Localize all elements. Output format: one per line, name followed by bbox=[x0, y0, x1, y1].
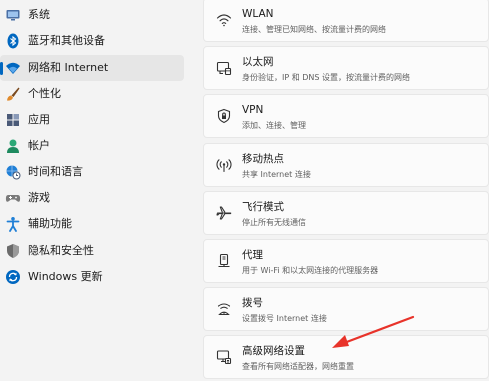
card-title: 以太网 bbox=[242, 56, 274, 68]
advanced-network-icon bbox=[216, 349, 232, 365]
sidebar-item-label: 应用 bbox=[28, 113, 50, 126]
sidebar-item-time-language[interactable]: 时间和语言 bbox=[0, 159, 184, 185]
globe-clock-icon bbox=[5, 164, 21, 180]
sidebar-item-label: 帐户 bbox=[28, 139, 50, 152]
mobile-hotspot-card[interactable]: 移动热点 共享 Internet 连接 bbox=[203, 143, 489, 187]
advanced-network-settings-card[interactable]: 高级网络设置 查看所有网络适配器，网络重置 bbox=[203, 335, 489, 379]
apps-icon bbox=[5, 112, 21, 128]
sidebar-item-label: 隐私和安全性 bbox=[28, 244, 94, 257]
card-subtitle: 查看所有网络适配器，网络重置 bbox=[242, 362, 354, 371]
sidebar-item-gaming[interactable]: 游戏 bbox=[0, 185, 184, 211]
sidebar-item-label: Windows 更新 bbox=[28, 270, 103, 283]
ethernet-icon bbox=[216, 60, 232, 76]
sidebar-nav: 系统 蓝牙和其他设备 网络和 Internet 个性化 应用 帐户 时间和语言 … bbox=[0, 0, 192, 381]
wlan-icon bbox=[216, 12, 232, 28]
sidebar-item-label: 游戏 bbox=[28, 191, 50, 204]
update-icon bbox=[5, 269, 21, 285]
sidebar-item-label: 时间和语言 bbox=[28, 165, 83, 178]
dialup-icon bbox=[216, 301, 232, 317]
sidebar-item-personalization[interactable]: 个性化 bbox=[0, 81, 184, 107]
settings-content: WLAN 连接、管理已知网络、按流量计费的网络 以太网 身份验证，IP 和 DN… bbox=[203, 0, 489, 381]
sidebar-item-accessibility[interactable]: 辅助功能 bbox=[0, 211, 184, 237]
account-icon bbox=[5, 138, 21, 154]
hotspot-icon bbox=[216, 157, 232, 173]
card-subtitle: 用于 Wi-Fi 和以太网连接的代理服务器 bbox=[242, 266, 379, 275]
sidebar-item-apps[interactable]: 应用 bbox=[0, 107, 184, 133]
sidebar-item-windows-update[interactable]: Windows 更新 bbox=[0, 264, 184, 290]
selection-indicator bbox=[0, 62, 3, 75]
card-subtitle: 设置拨号 Internet 连接 bbox=[242, 314, 327, 323]
card-subtitle: 连接、管理已知网络、按流量计费的网络 bbox=[242, 25, 386, 34]
gamepad-icon bbox=[5, 190, 21, 206]
card-title: WLAN bbox=[242, 8, 274, 20]
ethernet-card[interactable]: 以太网 身份验证，IP 和 DNS 设置，按流量计费的网络 bbox=[203, 46, 489, 90]
card-title: 代理 bbox=[242, 249, 263, 261]
accessibility-icon bbox=[5, 216, 21, 232]
system-icon bbox=[5, 7, 21, 23]
brush-icon bbox=[5, 86, 21, 102]
airplane-mode-card[interactable]: 飞行模式 停止所有无线通信 bbox=[203, 191, 489, 235]
sidebar-item-label: 辅助功能 bbox=[28, 217, 72, 230]
card-subtitle: 停止所有无线通信 bbox=[242, 218, 306, 227]
card-title: 飞行模式 bbox=[242, 201, 284, 213]
sidebar-item-bluetooth[interactable]: 蓝牙和其他设备 bbox=[0, 28, 184, 54]
dialup-card[interactable]: 拨号 设置拨号 Internet 连接 bbox=[203, 287, 489, 331]
wlan-card[interactable]: WLAN 连接、管理已知网络、按流量计费的网络 bbox=[203, 0, 489, 42]
card-title: 高级网络设置 bbox=[242, 345, 305, 357]
card-title: 拨号 bbox=[242, 297, 263, 309]
vpn-card[interactable]: VPN 添加、连接、管理 bbox=[203, 94, 489, 138]
sidebar-item-label: 系统 bbox=[28, 8, 50, 21]
card-subtitle: 添加、连接、管理 bbox=[242, 121, 306, 130]
shield-icon bbox=[5, 243, 21, 259]
sidebar-item-system[interactable]: 系统 bbox=[0, 2, 184, 28]
sidebar-item-accounts[interactable]: 帐户 bbox=[0, 133, 184, 159]
card-subtitle: 共享 Internet 连接 bbox=[242, 170, 311, 179]
bluetooth-icon bbox=[5, 33, 21, 49]
airplane-icon bbox=[216, 205, 232, 221]
card-subtitle: 身份验证，IP 和 DNS 设置，按流量计费的网络 bbox=[242, 73, 411, 82]
proxy-icon bbox=[216, 253, 232, 269]
sidebar-item-label: 个性化 bbox=[28, 87, 61, 100]
sidebar-item-label: 蓝牙和其他设备 bbox=[28, 34, 105, 47]
sidebar-item-privacy[interactable]: 隐私和安全性 bbox=[0, 238, 184, 264]
card-title: VPN bbox=[242, 104, 264, 116]
card-title: 移动热点 bbox=[242, 153, 284, 165]
wifi-icon bbox=[5, 60, 21, 76]
vpn-shield-icon bbox=[216, 108, 232, 124]
proxy-card[interactable]: 代理 用于 Wi-Fi 和以太网连接的代理服务器 bbox=[203, 239, 489, 283]
sidebar-item-network[interactable]: 网络和 Internet bbox=[0, 55, 184, 81]
sidebar-item-label: 网络和 Internet bbox=[28, 61, 109, 74]
